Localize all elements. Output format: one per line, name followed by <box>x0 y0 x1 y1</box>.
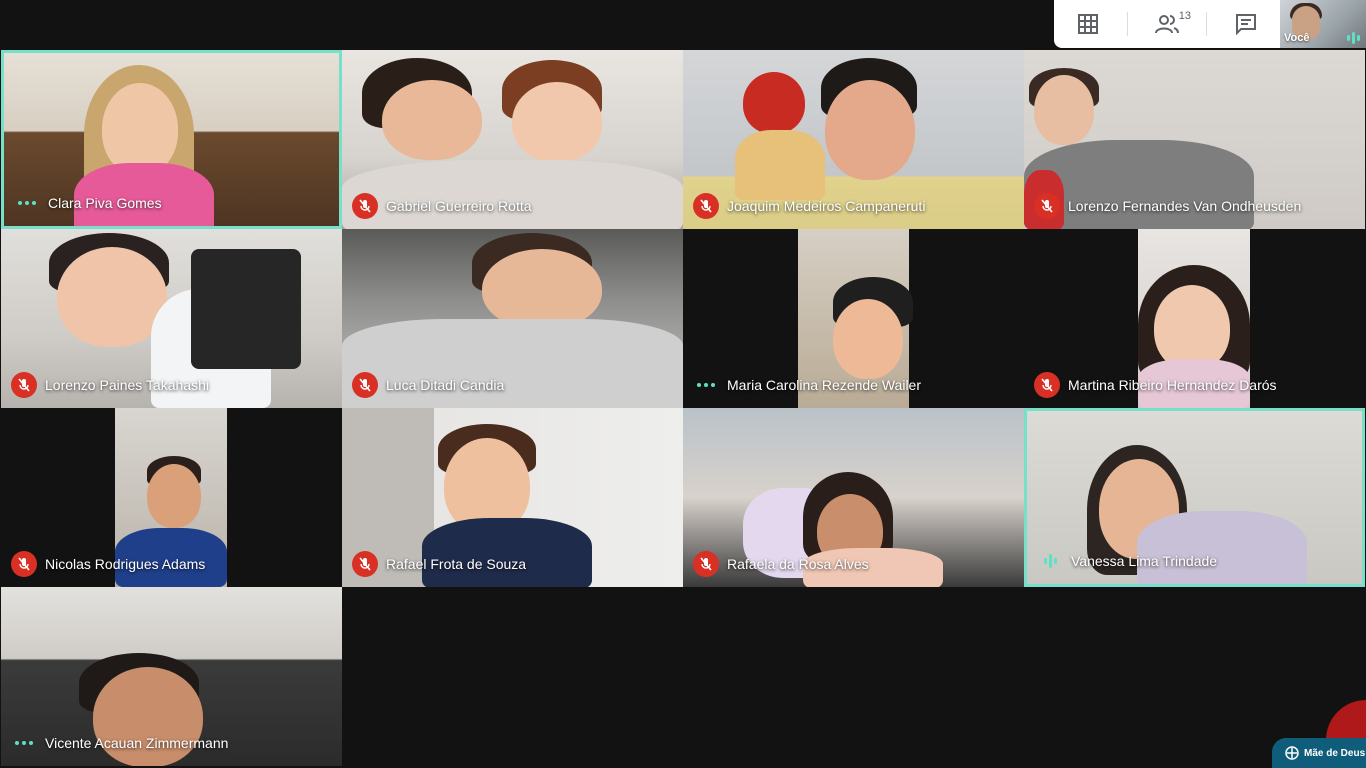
participant-name-row: Vanessa Lima Trindade <box>1037 548 1217 574</box>
school-logo-text: Mãe de Deus <box>1304 747 1366 759</box>
participant-video <box>735 130 825 200</box>
mic-off-icon <box>693 193 719 219</box>
participant-tile[interactable]: Lorenzo Fernandes Van Ondheusden <box>1024 50 1365 229</box>
participant-tile[interactable]: Vanessa Lima Trindade <box>1024 408 1365 587</box>
meeting-toolbar: 13 <box>1054 0 1280 48</box>
participant-name-row: Nicolas Rodrigues Adams <box>11 551 205 577</box>
mic-off-icon <box>11 551 37 577</box>
participant-count: 13 <box>1178 10 1191 22</box>
participant-name-row: Maria Carolina Rezende Wailer <box>693 372 921 398</box>
grid-layout-icon <box>1078 14 1099 34</box>
participant-name-row: Lorenzo Paines Takahashi <box>11 372 209 398</box>
school-logo: Mãe de Deus <box>1272 738 1366 768</box>
participant-video <box>147 464 201 528</box>
mic-off-icon <box>11 372 37 398</box>
participant-tile[interactable]: Gabriel Guerreiro Rotta <box>342 50 683 229</box>
participant-name-row: Rafaela da Rosa Alves <box>693 551 869 577</box>
participant-name-row: Martina Ribeiro Hernandez Darós <box>1034 372 1277 398</box>
participant-name: Lorenzo Fernandes Van Ondheusden <box>1068 198 1302 214</box>
self-view-tile[interactable]: Você <box>1280 0 1366 48</box>
mic-off-icon <box>693 551 719 577</box>
participants-button[interactable]: 13 <box>1137 4 1197 44</box>
participant-tile[interactable]: Lorenzo Paines Takahashi <box>1 229 342 408</box>
chat-button[interactable] <box>1216 4 1276 44</box>
mic-off-icon <box>352 551 378 577</box>
participant-tile[interactable]: Maria Carolina Rezende Wailer <box>683 229 1024 408</box>
voice-activity-icon <box>1347 32 1360 44</box>
mic-off-icon <box>1034 372 1060 398</box>
participant-tile[interactable]: Nicolas Rodrigues Adams <box>1 408 342 587</box>
participant-video <box>102 83 178 175</box>
participant-tile[interactable]: Martina Ribeiro Hernandez Darós <box>1024 229 1365 408</box>
participant-tile[interactable]: Rafaela da Rosa Alves <box>683 408 1024 587</box>
chat-icon <box>1235 14 1256 35</box>
participant-video <box>482 249 602 329</box>
participant-name: Vanessa Lima Trindade <box>1071 553 1218 569</box>
participant-name-row: Clara Piva Gomes <box>14 190 162 216</box>
participant-video <box>191 249 301 369</box>
school-logo-icon <box>1285 746 1299 760</box>
grid-layout-button[interactable] <box>1058 4 1118 44</box>
toolbar-divider <box>1205 12 1207 36</box>
participant-video <box>743 72 805 134</box>
participant-name: Gabriel Guerreiro Rotta <box>386 198 532 214</box>
more-dots-icon <box>693 372 719 398</box>
mic-off-icon <box>1034 193 1060 219</box>
self-view-label: Você <box>1284 32 1310 44</box>
participant-name: Luca Ditadi Candia <box>386 377 505 393</box>
participant-tile[interactable]: Joaquim Medeiros Campaneruti <box>683 50 1024 229</box>
participant-name: Rafael Frota de Souza <box>386 556 527 572</box>
participant-name: Martina Ribeiro Hernandez Darós <box>1068 377 1277 393</box>
more-dots-icon <box>14 190 40 216</box>
more-dots-icon <box>11 730 37 756</box>
participant-name: Rafaela da Rosa Alves <box>727 556 869 572</box>
participant-tile[interactable]: Vicente Acauan Zimmermann <box>1 587 342 766</box>
participant-video <box>825 80 915 180</box>
mic-off-icon <box>352 372 378 398</box>
voice-activity-icon <box>1037 548 1063 574</box>
participant-name-row: Luca Ditadi Candia <box>352 372 504 398</box>
participant-video <box>833 299 903 379</box>
participant-name: Clara Piva Gomes <box>48 195 162 211</box>
participant-video <box>512 82 602 162</box>
participant-name: Lorenzo Paines Takahashi <box>45 377 209 393</box>
participant-name: Joaquim Medeiros Campaneruti <box>727 198 926 214</box>
people-icon <box>1154 15 1179 34</box>
participant-name: Vicente Acauan Zimmermann <box>45 735 229 751</box>
participant-video <box>1034 75 1094 145</box>
toolbar-divider <box>1127 12 1129 36</box>
participant-name: Nicolas Rodrigues Adams <box>45 556 206 572</box>
participant-name-row: Vicente Acauan Zimmermann <box>11 730 228 756</box>
participant-name-row: Rafael Frota de Souza <box>352 551 526 577</box>
participant-grid: Clara Piva Gomes Gabriel Guerreiro Rotta… <box>0 48 1366 768</box>
participant-name: Maria Carolina Rezende Wailer <box>727 377 922 393</box>
participant-name-row: Lorenzo Fernandes Van Ondheusden <box>1034 193 1301 219</box>
participant-tile[interactable]: Luca Ditadi Candia <box>342 229 683 408</box>
participant-name-row: Gabriel Guerreiro Rotta <box>352 193 532 219</box>
participant-tile[interactable]: Rafael Frota de Souza <box>342 408 683 587</box>
participant-video <box>382 80 482 160</box>
participant-name-row: Joaquim Medeiros Campaneruti <box>693 193 925 219</box>
participant-tile[interactable]: Clara Piva Gomes <box>1 50 342 229</box>
mic-off-icon <box>352 193 378 219</box>
